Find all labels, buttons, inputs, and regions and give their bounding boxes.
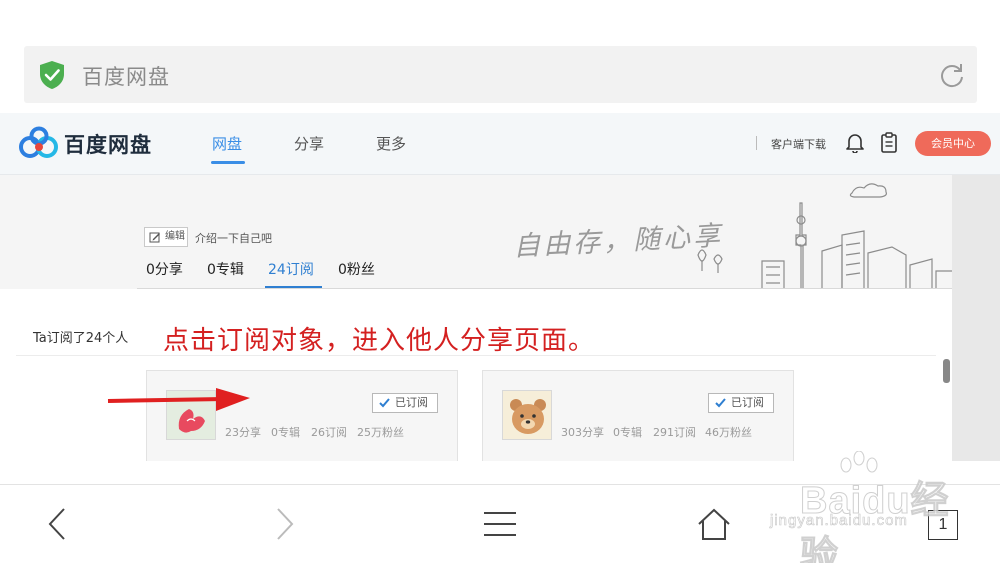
active-tab-indicator: [211, 161, 245, 164]
watermark-url: jingyan.baidu.com: [770, 512, 908, 530]
screen: 百度网盘 百度网盘 网盘 分享 更多 客户端下载 会员中心 自由存，随心享 编辑…: [0, 0, 1000, 563]
clipboard-icon[interactable]: [881, 132, 897, 153]
card-subs: 26订阅: [311, 426, 347, 439]
subscription-card[interactable]: 已订阅 303分享 0专辑 291订阅 46万粉丝: [482, 370, 794, 461]
check-icon: [715, 398, 726, 408]
stat-albums[interactable]: 0专辑: [207, 259, 244, 279]
reload-icon[interactable]: [939, 62, 965, 88]
subscribed-label: 已订阅: [731, 396, 764, 409]
card-shares: 303分享: [561, 426, 604, 439]
address-bar[interactable]: 百度网盘: [24, 46, 977, 103]
logo-text[interactable]: 百度网盘: [64, 129, 152, 159]
site-nav: 百度网盘 网盘 分享 更多 客户端下载 会员中心: [0, 113, 1000, 175]
card-fans: 25万粉丝: [357, 426, 404, 439]
edit-icon: [149, 232, 160, 243]
profile-banner: 自由存，随心享 编辑 介绍一下自己吧 0分享 0专辑 24订阅 0粉丝: [0, 175, 952, 289]
bell-icon[interactable]: [846, 133, 864, 153]
card-albums: 0专辑: [613, 426, 642, 439]
stat-fans[interactable]: 0粉丝: [338, 259, 375, 279]
web-page: 百度网盘 网盘 分享 更多 客户端下载 会员中心 自由存，随心享 编辑 介绍一下…: [0, 113, 1000, 461]
back-icon[interactable]: [40, 507, 74, 541]
browser-address-area: 百度网盘: [0, 0, 1000, 112]
tutorial-annotation: 点击订阅对象，进入他人分享页面。: [163, 326, 596, 356]
stat-shares[interactable]: 0分享: [146, 259, 183, 279]
subscribed-label: 已订阅: [395, 396, 428, 409]
subscribed-button[interactable]: 已订阅: [708, 393, 774, 413]
card-subs: 291订阅: [653, 426, 696, 439]
edit-label: 编辑: [165, 231, 185, 242]
profile-panel: 编辑 介绍一下自己吧 0分享 0专辑 24订阅 0粉丝: [137, 175, 717, 289]
baidu-jingyan-watermark: Baidu经验 jingyan.baidu.com: [762, 451, 962, 563]
profile-intro: 介绍一下自己吧: [195, 232, 272, 245]
vip-center-button[interactable]: 会员中心: [915, 131, 991, 156]
tab-more[interactable]: 更多: [376, 133, 406, 154]
client-download-link[interactable]: 客户端下载: [771, 136, 826, 152]
tab-netdisk[interactable]: 网盘: [212, 133, 242, 154]
edit-button[interactable]: 编辑: [144, 227, 188, 247]
shield-icon: [40, 61, 64, 89]
bear-avatar-icon: [503, 391, 551, 439]
cloud-logo-icon[interactable]: [18, 126, 60, 160]
scrollbar-thumb[interactable]: [943, 359, 950, 383]
address-text: 百度网盘: [82, 65, 170, 89]
check-icon: [379, 398, 390, 408]
tab-share[interactable]: 分享: [294, 133, 324, 154]
banner-divider: [137, 288, 952, 289]
card-fans: 46万粉丝: [705, 426, 752, 439]
avatar[interactable]: [502, 390, 552, 440]
nav-divider: [756, 136, 757, 150]
home-icon[interactable]: [697, 507, 731, 541]
card-albums: 0专辑: [271, 426, 300, 439]
scrollbar-track[interactable]: [952, 175, 1000, 461]
skyline-illustration: [697, 183, 952, 289]
subscribed-button[interactable]: 已订阅: [372, 393, 438, 413]
forward-icon[interactable]: [268, 507, 302, 541]
stat-subscriptions[interactable]: 24订阅: [268, 259, 314, 279]
annotation-arrow: [107, 388, 250, 411]
card-shares: 23分享: [225, 426, 261, 439]
subscription-count: Ta订阅了24个人: [33, 331, 129, 346]
menu-icon[interactable]: [483, 507, 517, 541]
